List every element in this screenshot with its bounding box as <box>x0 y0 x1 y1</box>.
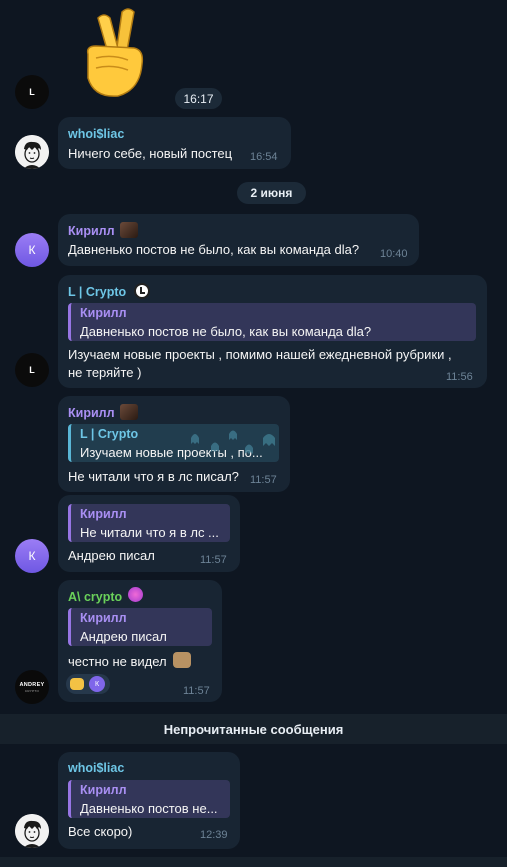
message-text: честно не видел <box>68 654 167 669</box>
sender-name[interactable]: L | Crypto <box>68 285 126 299</box>
reply-quote[interactable]: Кирилл Не читали что я в лс ... <box>68 504 230 542</box>
message-text: Ничего себе, новый постец <box>68 146 233 161</box>
reply-text: Андрею писал <box>80 629 167 644</box>
sender-emoji-icon <box>120 222 138 238</box>
reply-name: Кирилл <box>80 306 127 320</box>
sticker-emoji-icon <box>173 652 191 668</box>
ghost-pattern-icon <box>191 430 275 454</box>
reaction-avatar: К <box>89 676 105 692</box>
reply-quote[interactable]: Кирилл Андрею писал <box>68 608 212 646</box>
reply-name: Кирилл <box>80 783 127 797</box>
reaction-chip[interactable]: К <box>66 674 110 694</box>
unread-divider: Непрочитанные сообщения <box>0 714 507 744</box>
avatar-letter: К <box>28 549 36 563</box>
message-text-line2: не теряйте ) <box>68 365 142 380</box>
face-icon <box>15 814 49 848</box>
avatar-letter: К <box>28 243 36 257</box>
reply-name: Кирилл <box>80 507 127 521</box>
lollipop-emoji-icon <box>128 587 143 602</box>
sender-name[interactable]: whoi$liac <box>68 127 124 141</box>
message-text: Все скоро) <box>68 824 133 839</box>
message-bubble-m6[interactable]: A\ crypto Кирилл Андрею писал честно не … <box>58 580 222 702</box>
message-text: Андрею писал <box>68 548 155 563</box>
avatar-andrey-crypto[interactable]: ANDREY CRYPTO <box>15 670 49 704</box>
message-bubble-m1[interactable]: whoi$liac Ничего себе, новый постец 16:5… <box>58 117 291 169</box>
reaction-avatar-letter: К <box>94 680 100 688</box>
reply-text: Давненько постов не... <box>80 801 218 816</box>
message-bubble-m5[interactable]: Кирилл Не читали что я в лс ... Андрею п… <box>58 495 240 572</box>
unread-divider-label: Непрочитанные сообщения <box>163 721 344 737</box>
message-time: 12:39 <box>200 829 228 841</box>
handshake-icon <box>70 678 84 690</box>
message-text-line1: Изучаем новые проекты , помимо нашей еже… <box>68 347 452 362</box>
message-text: Давненько постов не было, как вы команда… <box>68 242 360 257</box>
message-time: 16:54 <box>250 151 278 163</box>
avatar-whoisliac[interactable] <box>15 814 49 848</box>
sticker-time-pill: 16:17 <box>175 88 222 109</box>
date-divider: 2 июня <box>237 182 306 204</box>
message-bubble-m3[interactable]: L | Crypto Кирилл Давненько постов не бы… <box>58 275 487 388</box>
sender-name[interactable]: whoi$liac <box>68 761 124 775</box>
sticker-time: 16:17 <box>183 91 214 106</box>
avatar-line2: CRYPTO <box>24 688 40 693</box>
avatar-kirill[interactable]: К <box>15 539 49 573</box>
avatar-l-crypto[interactable]: L <box>15 75 49 109</box>
crossed-fingers-sticker[interactable] <box>76 4 156 102</box>
message-bubble-m7[interactable]: whoi$liac Кирилл Давненько постов не... … <box>58 752 240 849</box>
sender-emoji-icon <box>120 404 138 420</box>
message-time: 11:57 <box>250 474 277 486</box>
message-time: 11:57 <box>183 685 210 697</box>
avatar-line1: ANDREY <box>19 681 45 688</box>
avatar-l-crypto[interactable]: L <box>15 353 49 387</box>
reply-name: Кирилл <box>80 611 127 625</box>
reply-text: Не читали что я в лс ... <box>80 525 219 540</box>
reply-text: Давненько постов не было, как вы команда… <box>80 324 372 339</box>
message-time: 10:40 <box>380 248 408 260</box>
face-icon <box>15 135 49 169</box>
avatar-whoisliac[interactable] <box>15 135 49 169</box>
date-divider-label: 2 июня <box>250 186 293 200</box>
reply-quote[interactable]: Кирилл Давненько постов не было, как вы … <box>68 303 476 341</box>
sender-name[interactable]: Кирилл <box>68 224 115 238</box>
sender-name[interactable]: Кирилл <box>68 406 115 420</box>
reply-name: L | Crypto <box>80 427 139 441</box>
sender-name[interactable]: A\ crypto <box>68 590 122 604</box>
composer-edge <box>0 857 507 867</box>
reply-quote[interactable]: Кирилл Давненько постов не... <box>68 780 230 818</box>
verified-icon <box>134 283 150 299</box>
reply-quote[interactable]: L | Crypto Изучаем новые проекты , по... <box>68 424 279 462</box>
avatar-kirill[interactable]: К <box>15 233 49 267</box>
message-bubble-m4[interactable]: Кирилл L | Crypto Изучаем новые проекты … <box>58 396 290 492</box>
message-time: 11:56 <box>446 371 473 383</box>
message-text: Не читали что я в лс писал? <box>68 469 239 484</box>
message-time: 11:57 <box>200 554 227 566</box>
message-bubble-m2[interactable]: Кирилл Давненько постов не было, как вы … <box>58 214 419 266</box>
